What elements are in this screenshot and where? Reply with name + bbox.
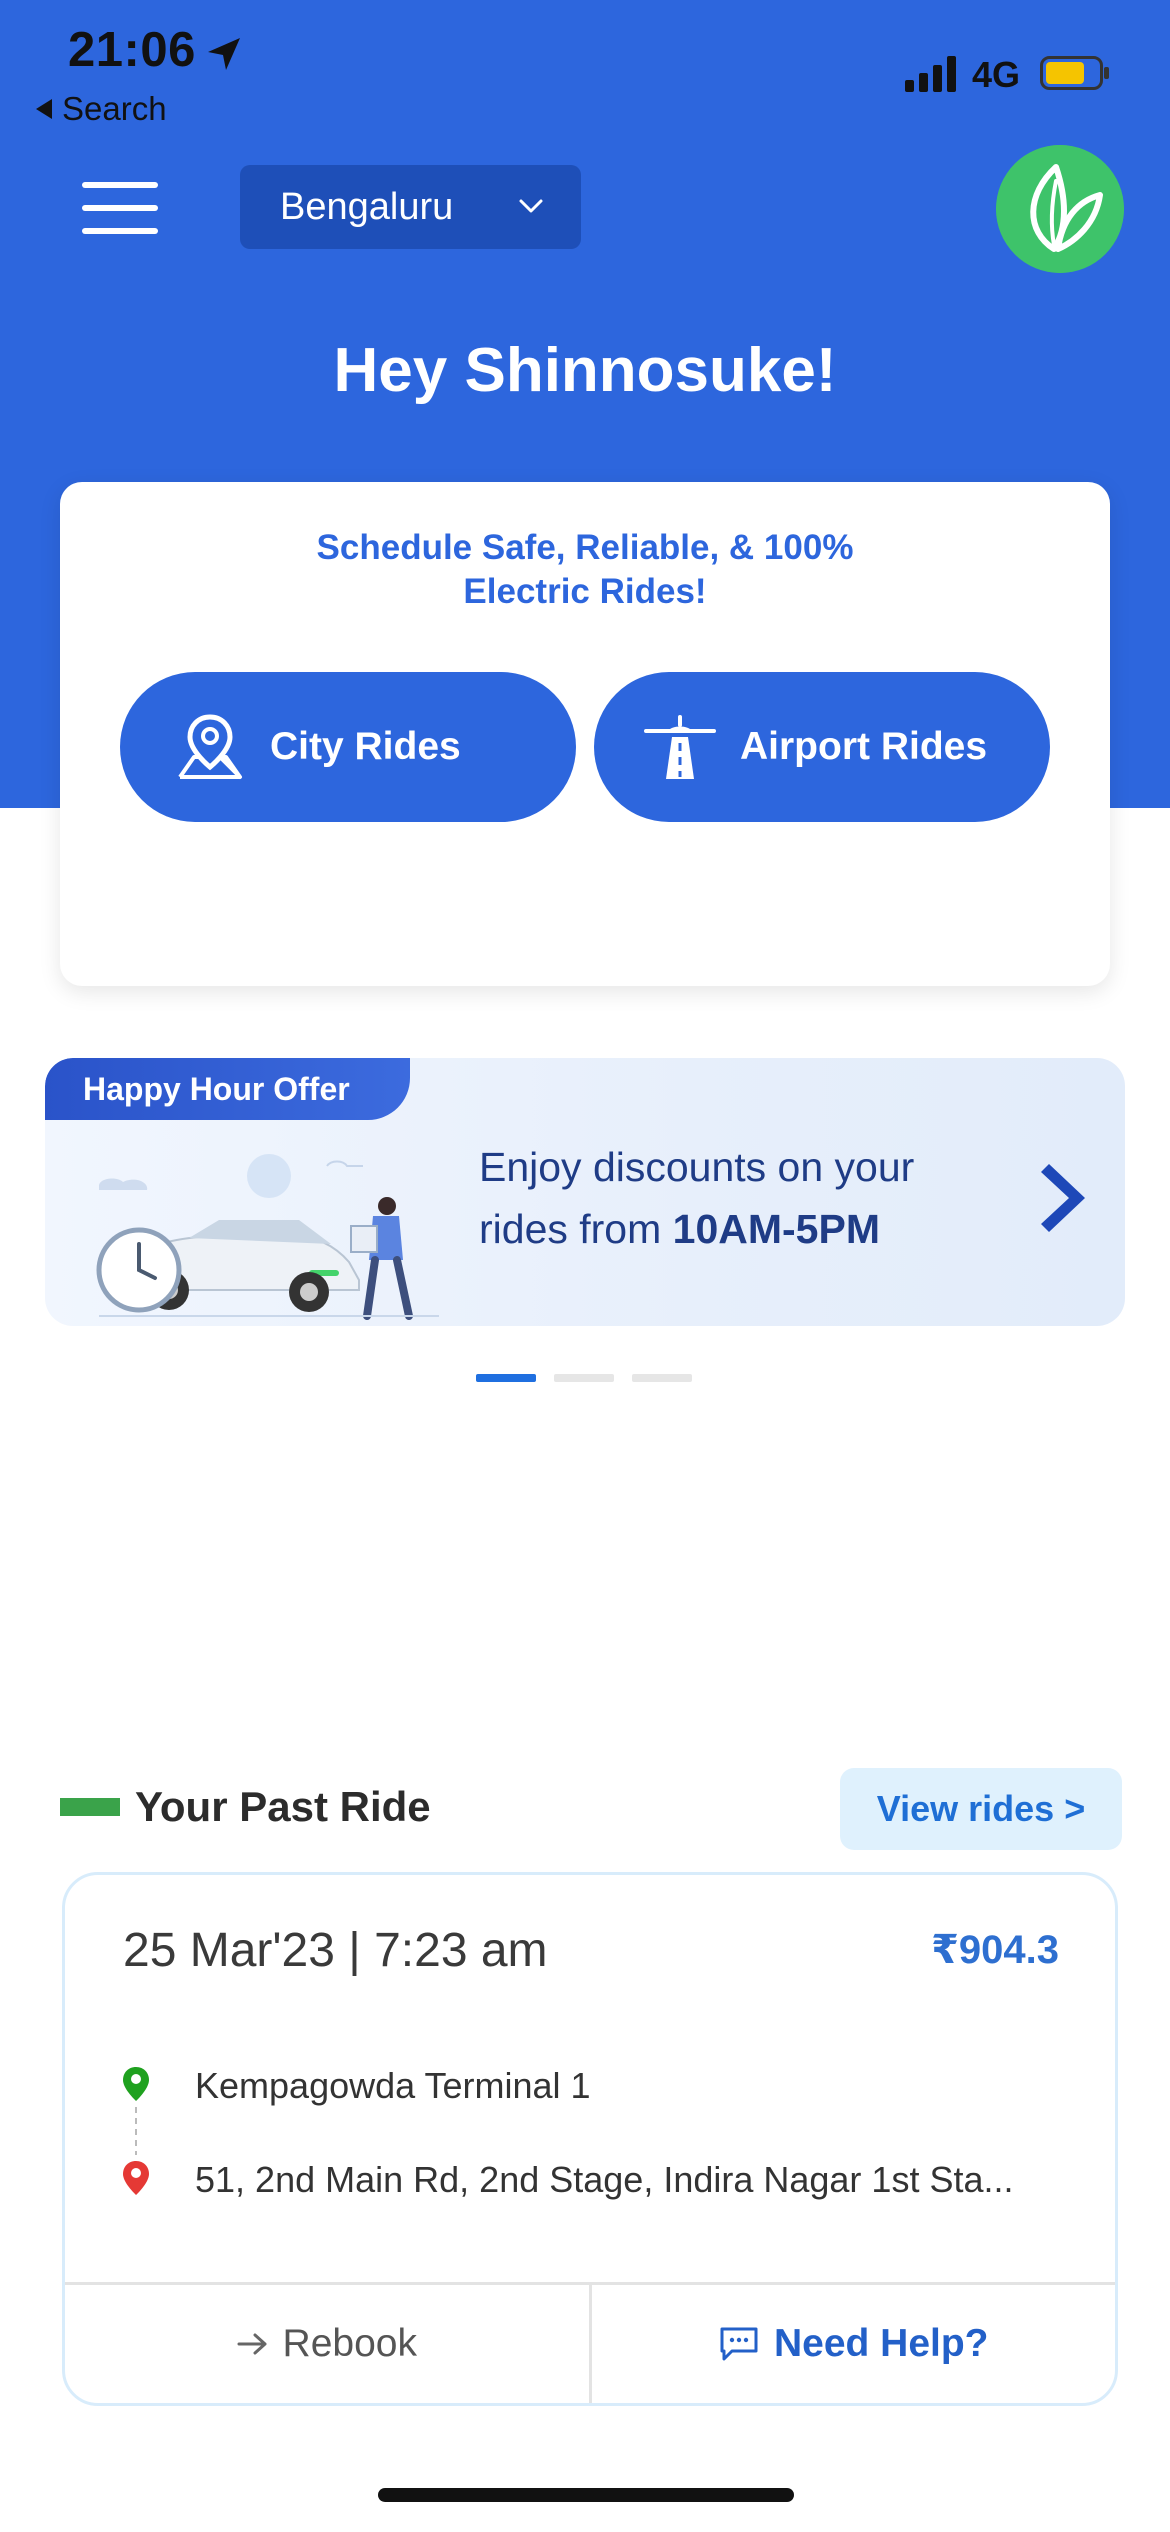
carousel-dot[interactable] <box>632 1374 692 1382</box>
city-rides-label: City Rides <box>270 725 461 768</box>
status-time: 21:06 <box>68 23 196 77</box>
ride-actions: Rebook Need Help? <box>65 2282 1115 2403</box>
brand-leaf-logo[interactable] <box>996 145 1124 273</box>
past-ride-heading: Your Past Ride <box>135 1783 431 1830</box>
hamburger-menu-icon[interactable] <box>82 180 162 236</box>
battery-icon <box>1040 56 1109 90</box>
booking-card: Schedule Safe, Reliable, & 100% Electric… <box>60 482 1110 986</box>
offer-badge: Happy Hour Offer <box>45 1058 410 1120</box>
chat-bubble-icon <box>720 2327 758 2361</box>
city-selector[interactable]: Bengaluru <box>240 165 581 249</box>
map-pin-icon <box>178 714 242 779</box>
car-and-person-illustration <box>96 1154 439 1320</box>
airport-rides-button[interactable]: Airport Rides <box>594 672 1050 822</box>
offer-line-2: rides from 10AM-5PM <box>479 1198 1039 1260</box>
tagline-line-2: Electric Rides! <box>463 572 707 611</box>
offer-hours: 10AM-5PM <box>672 1206 880 1252</box>
offer-text: Enjoy discounts on your rides from 10AM-… <box>479 1136 1039 1260</box>
carousel-dot[interactable] <box>554 1374 614 1382</box>
need-help-button[interactable]: Need Help? <box>592 2285 1116 2403</box>
chevron-right-icon[interactable] <box>1035 1158 1095 1238</box>
signal-icon <box>905 56 956 92</box>
location-arrow-icon <box>208 38 240 70</box>
tagline-line-1: Schedule Safe, Reliable, & 100% <box>316 528 854 567</box>
past-ride-card[interactable]: 25 Mar'23 | 7:23 am ₹904.3 Kempagowda Te… <box>62 1872 1118 2406</box>
carousel-dot[interactable] <box>476 1374 536 1382</box>
happy-hour-offer-banner[interactable]: Happy Hour Offer Enjoy discounts on your… <box>45 1058 1125 1326</box>
chevron-down-icon <box>519 199 543 213</box>
carousel-indicator <box>476 1374 692 1382</box>
airplane-runway-icon <box>644 715 716 779</box>
booking-tagline: Schedule Safe, Reliable, & 100% Electric… <box>60 526 1110 614</box>
city-rides-button[interactable]: City Rides <box>120 672 576 822</box>
offer-line-2-prefix: rides from <box>479 1206 673 1252</box>
drop-pin-icon <box>123 2161 149 2195</box>
greeting-heading: Hey Shinnosuke! <box>333 336 837 405</box>
pickup-address: Kempagowda Terminal 1 <box>195 2065 591 2106</box>
back-to-search[interactable]: Search <box>36 90 167 128</box>
offer-line-1: Enjoy discounts on your <box>479 1144 915 1190</box>
section-accent-bar <box>60 1798 120 1816</box>
rebook-label: Rebook <box>282 2322 417 2365</box>
rebook-button[interactable]: Rebook <box>65 2285 592 2403</box>
drop-address: 51, 2nd Main Rd, 2nd Stage, Indira Nagar… <box>195 2159 1014 2200</box>
ride-price: ₹904.3 <box>931 1928 1059 1972</box>
back-triangle-icon <box>36 99 52 119</box>
network-type: 4G <box>972 54 1021 95</box>
home-indicator[interactable] <box>378 2488 794 2502</box>
arrow-right-icon <box>237 2333 267 2355</box>
route-connector <box>135 2107 137 2155</box>
airport-rides-label: Airport Rides <box>740 725 988 768</box>
city-name: Bengaluru <box>280 185 454 228</box>
back-label: Search <box>62 90 167 127</box>
ride-date: 25 Mar'23 | 7:23 am <box>123 1924 548 1977</box>
pickup-pin-icon <box>123 2067 149 2101</box>
need-help-label: Need Help? <box>773 2322 989 2365</box>
view-rides-button[interactable]: View rides > <box>840 1768 1122 1850</box>
